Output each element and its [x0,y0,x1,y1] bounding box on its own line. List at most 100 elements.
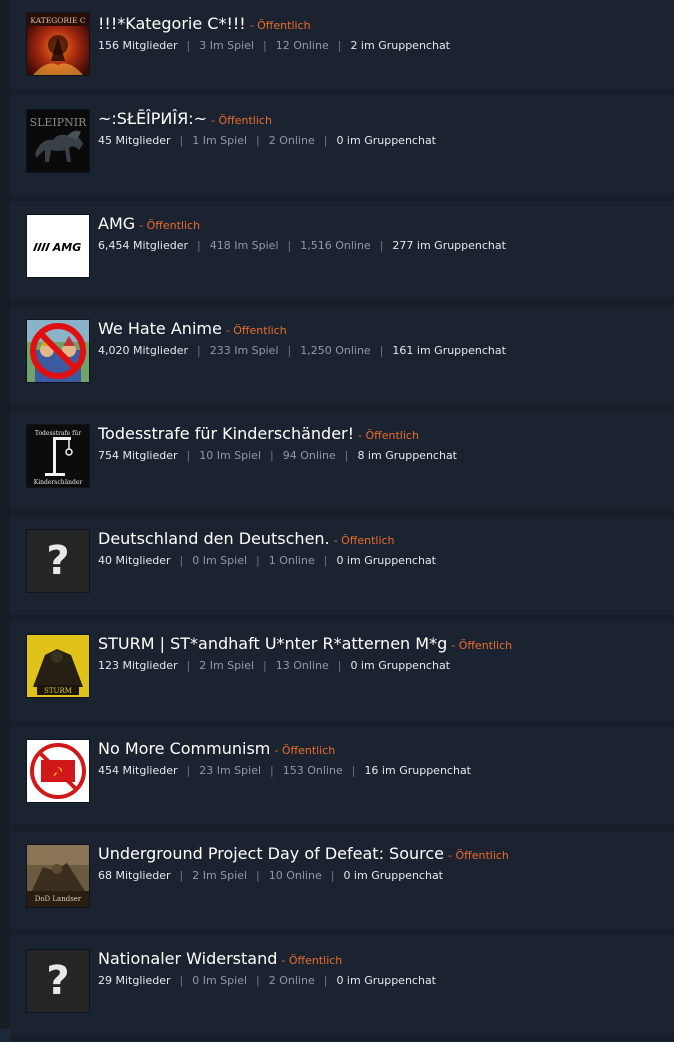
separator: | [270,764,274,777]
separator: | [379,239,384,252]
avatar-logo-text: AMG [52,241,82,254]
separator: | [287,239,292,252]
separator: | [196,239,201,252]
online-count: 1,250 Online [300,344,371,357]
group-row: ? Deutschland den Deutschen. - Öffentlich… [10,517,674,622]
separator: | [344,449,349,462]
separator: | [263,659,267,672]
member-count: 454 Mitglieder [98,764,178,777]
separator: | [196,344,201,357]
separator: | [256,869,260,882]
separator: | [379,344,384,357]
in-game-count: 0 Im Spiel [192,974,248,987]
visibility-label: - Öffentlich [225,324,287,337]
in-game-count: 0 Im Spiel [192,554,248,567]
group-avatar[interactable]: SLEIPNIR [26,109,90,173]
avatar-logo-text: STURM [44,687,72,695]
group-chat-count[interactable]: 161 im Gruppenchat [392,344,506,357]
group-info: ~:SŁĒÎPИÎЯ:~ - Öffentlich 45 Mitglieder | 1… [98,108,666,149]
group-info: AMG - Öffentlich 6,454 Mitglieder | 418 Im … [98,213,666,254]
group-chat-count[interactable]: 0 im Gruppenchat [336,134,436,147]
group-info: Deutschland den Deutschen. - Öffentlich 4… [98,528,666,569]
group-chat-count[interactable]: 0 im Gruppenchat [336,974,436,987]
group-stats: 156 Mitglieder | 3 Im Spiel | 12 Online | 2 im… [98,38,666,54]
group-avatar[interactable]: KATEGORIE C [26,12,90,76]
member-count: 45 Mitglieder [98,134,171,147]
separator: | [186,39,191,52]
online-count: 13 Online [275,659,329,672]
group-info: STURM | ST*andhaft U*nter R*atternen M*g… [98,633,666,674]
group-avatar[interactable]: DoD Landser [26,844,90,908]
in-game-count: 10 Im Spiel [199,449,262,462]
group-avatar[interactable]: STURM [26,634,90,698]
group-avatar[interactable] [26,319,90,383]
in-game-count: 3 Im Spiel [199,39,255,52]
group-stats: 754 Mitglieder | 10 Im Spiel | 94 Online | 8 i… [98,448,666,464]
group-name-link[interactable]: !!!*Kategorie C*!!! [98,14,246,33]
group-info: Underground Project Day of Defeat: Sourc… [98,843,666,884]
separator: | [270,449,274,462]
online-count: 1,516 Online [300,239,371,252]
online-count: 153 Online [282,764,343,777]
group-stats: 454 Mitglieder | 23 Im Spiel | 153 Online | 16… [98,763,666,779]
group-row: STURM STURM | ST*andhaft U*nter R*attern… [10,622,674,727]
group-row: SLEIPNIR ~:SŁĒÎPИÎЯ:~ - Öffentlich 45 Mit… [10,97,674,202]
separator: | [351,764,356,777]
member-count: 754 Mitglieder [98,449,178,462]
group-chat-count[interactable]: 8 im Gruppenchat [357,449,457,462]
separator: | [186,659,191,672]
group-name-link[interactable]: Deutschland den Deutschen. [98,529,330,548]
group-stats: 29 Mitglieder | 0 Im Spiel | 2 Online | 0 im G… [98,973,666,989]
separator: | [179,974,184,987]
online-count: 2 Online [268,134,315,147]
online-count: 12 Online [275,39,329,52]
group-stats: 45 Mitglieder | 1 Im Spiel | 2 Online | 0 im G… [98,133,666,149]
group-avatar[interactable]: ? [26,949,90,1013]
group-row: DoD Landser Underground Project Day of D… [10,832,674,937]
group-chat-count[interactable]: 16 im Gruppenchat [364,764,471,777]
visibility-label: - Öffentlich [333,534,395,547]
group-avatar[interactable]: ? [26,529,90,593]
left-border [0,0,10,1029]
separator: | [179,134,184,147]
group-name-link[interactable]: Underground Project Day of Defeat: Sourc… [98,844,444,863]
group-name-link[interactable]: Nationaler Widerstand [98,949,277,968]
visibility-label: - Öffentlich [358,429,419,442]
group-name-link[interactable]: No More Communism [98,739,270,758]
group-name-link[interactable]: Todesstrafe für Kinderschänder! [98,424,354,443]
group-name-link[interactable]: We Hate Anime [98,319,222,338]
group-row: ☭ No More Communism - Öffentlich 454 Mitg… [10,727,674,832]
group-avatar[interactable]: ☭ [26,739,90,803]
in-game-count: 2 Im Spiel [192,869,248,882]
group-chat-count[interactable]: 0 im Gruppenchat [336,554,436,567]
separator: | [323,974,328,987]
group-avatar[interactable]: Todesstrafe für Kinderschänder [26,424,90,488]
group-avatar[interactable]: AMG [26,214,90,278]
in-game-count: 233 Im Spiel [209,344,279,357]
group-row: AMG AMG - Öffentlich 6,454 Mitglieder | 418… [10,202,674,307]
group-chat-count[interactable]: 2 im Gruppenchat [350,39,450,52]
visibility-label: - Öffentlich [249,19,311,32]
separator: | [186,764,191,777]
visibility-label: - Öffentlich [448,849,509,862]
group-name-link[interactable]: ~:SŁĒÎPИÎЯ:~ [98,109,207,128]
group-chat-count[interactable]: 277 im Gruppenchat [392,239,506,252]
visibility-label: - Öffentlich [139,219,201,232]
avatar-logo-text: KATEGORIE C [30,16,85,25]
member-count: 4,020 Mitglieder [98,344,188,357]
group-chat-count[interactable]: 0 im Gruppenchat [343,869,443,882]
member-count: 68 Mitglieder [98,869,171,882]
group-row: KATEGORIE C !!!*Kategorie C*!!! - Öffentl… [10,0,674,97]
placeholder-glyph: ? [46,538,69,584]
group-stats: 4,020 Mitglieder | 233 Im Spiel | 1,250 Onli… [98,343,666,359]
group-chat-count[interactable]: 0 im Gruppenchat [350,659,450,672]
separator: | [337,39,342,52]
avatar-logo-text: SLEIPNIR [30,116,88,129]
group-name-link[interactable]: STURM | ST*andhaft U*nter R*atternen M*g [98,634,447,653]
question-mark-icon: ? [27,530,89,592]
avatar-logo-text: DoD Landser [35,895,82,903]
group-info: !!!*Kategorie C*!!! - Öffentlich 156 Mitg… [98,13,666,54]
svg-text:Todesstrafe für: Todesstrafe für [35,430,81,437]
group-name-link[interactable]: AMG [98,214,135,233]
online-count: 2 Online [268,974,315,987]
